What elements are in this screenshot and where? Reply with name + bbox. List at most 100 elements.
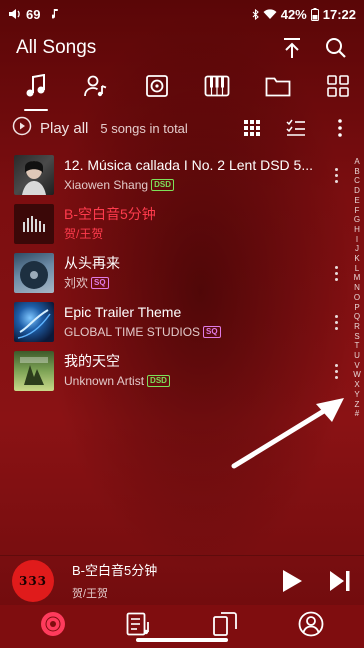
- alphabet-letter[interactable]: Y: [354, 390, 359, 400]
- alphabet-letter[interactable]: X: [354, 380, 359, 390]
- album-cover: [14, 203, 54, 244]
- alphabet-letter[interactable]: T: [355, 341, 360, 351]
- song-artist: 贺/王贺: [64, 227, 104, 241]
- song-title: 12. Música callada I No. 2 Lent DSD 5...: [64, 157, 314, 173]
- mini-player[interactable]: 333 B-空白音5分钟 贺/王贺: [0, 555, 364, 605]
- song-row[interactable]: B-空白音5分钟 贺/王贺: [0, 199, 350, 248]
- alphabet-letter[interactable]: I: [356, 235, 358, 245]
- now-playing-art-text: 333: [18, 573, 48, 588]
- alphabet-index[interactable]: A B C D E F G H I J K L M N O P Q R S T U V W X Y Z #: [352, 157, 362, 419]
- alphabet-letter[interactable]: O: [354, 293, 360, 303]
- volume-level: 69: [26, 6, 41, 22]
- album-cover: [14, 301, 54, 342]
- alphabet-letter[interactable]: N: [354, 283, 360, 293]
- alphabet-letter[interactable]: H: [354, 225, 360, 235]
- song-title: 从头再来: [64, 255, 120, 271]
- music-status-icon: [52, 8, 60, 20]
- alphabet-letter[interactable]: A: [354, 157, 359, 167]
- status-bar: 69 42% 17:22: [0, 0, 364, 28]
- song-artist: GLOBAL TIME STUDIOS: [64, 325, 201, 339]
- song-more-button[interactable]: [328, 262, 344, 284]
- alphabet-letter[interactable]: J: [355, 244, 359, 254]
- music-note-icon: [25, 73, 47, 103]
- quality-badge: SQ: [203, 326, 221, 338]
- search-icon[interactable]: [324, 36, 348, 60]
- alphabet-letter[interactable]: P: [354, 303, 359, 313]
- play-all-button[interactable]: Play all: [12, 116, 88, 141]
- more-vertical-icon[interactable]: [328, 116, 352, 140]
- now-playing-art: 333: [12, 559, 54, 602]
- sort-top-icon[interactable]: [280, 36, 304, 60]
- now-playing-title: B-空白音5分钟: [72, 563, 158, 578]
- song-more-button[interactable]: [328, 311, 344, 333]
- battery-icon: [310, 7, 319, 21]
- tab-folders[interactable]: [264, 74, 292, 102]
- app-screen: 69 42% 17:22 All Songs Play all 5 songs …: [0, 0, 364, 648]
- battery-percent: 42%: [280, 6, 307, 22]
- bottom-navigation: [0, 605, 364, 648]
- alphabet-letter[interactable]: Q: [354, 312, 360, 322]
- piano-icon: [204, 75, 230, 102]
- page-title: All Songs: [16, 37, 97, 58]
- disc-icon: [40, 611, 66, 642]
- annotation-arrow: [231, 398, 344, 469]
- song-artist: Xiaowen Shang: [64, 178, 149, 192]
- song-artist: 刘欢: [64, 276, 89, 290]
- song-title: Epic Trailer Theme: [64, 304, 182, 320]
- nav-devices[interactable]: [210, 612, 240, 642]
- alphabet-letter[interactable]: F: [355, 206, 360, 216]
- alphabet-letter[interactable]: V: [354, 361, 359, 371]
- alphabet-letter[interactable]: S: [354, 332, 359, 342]
- album-cover: [14, 252, 54, 293]
- play-all-bar: Play all 5 songs in total: [0, 112, 364, 144]
- play-icon[interactable]: [280, 569, 304, 593]
- nav-playlists[interactable]: [124, 612, 154, 642]
- album-icon: [145, 74, 169, 103]
- playlist-icon: [126, 612, 152, 641]
- nav-profile[interactable]: [296, 611, 326, 642]
- alphabet-letter[interactable]: B: [354, 167, 359, 177]
- tab-albums[interactable]: [143, 74, 171, 102]
- alphabet-letter[interactable]: E: [354, 196, 359, 206]
- play-all-label: Play all: [40, 119, 89, 137]
- tab-artists[interactable]: [82, 74, 110, 102]
- album-cover: [14, 154, 54, 195]
- alphabet-letter[interactable]: W: [353, 370, 361, 380]
- tab-genres[interactable]: [203, 74, 231, 102]
- artist-icon: [84, 74, 108, 103]
- alphabet-letter[interactable]: K: [354, 254, 359, 264]
- alphabet-letter[interactable]: M: [354, 273, 361, 283]
- song-more-button[interactable]: [328, 360, 344, 382]
- song-title: 我的天空: [64, 353, 120, 369]
- play-circle-icon: [12, 116, 32, 141]
- alphabet-letter[interactable]: #: [355, 409, 359, 419]
- next-track-icon[interactable]: [328, 569, 352, 593]
- clock: 17:22: [322, 6, 356, 22]
- song-more-button[interactable]: [328, 164, 344, 186]
- grid-icon: [327, 74, 349, 102]
- alphabet-letter[interactable]: D: [354, 186, 360, 196]
- alphabet-letter[interactable]: C: [354, 176, 360, 186]
- song-artist: Unknown Artist: [64, 374, 145, 388]
- alphabet-letter[interactable]: G: [354, 215, 360, 225]
- alphabet-letter[interactable]: Z: [355, 400, 360, 410]
- song-row[interactable]: Epic Trailer Theme GLOBAL TIME STUDIOS S…: [0, 297, 350, 346]
- bluetooth-icon: [252, 8, 259, 20]
- multi-select-icon[interactable]: [284, 116, 308, 140]
- song-list: 12. Música callada I No. 2 Lent DSD 5...…: [0, 150, 350, 395]
- wifi-icon: [263, 8, 277, 20]
- volume-icon: [8, 8, 22, 20]
- alphabet-letter[interactable]: U: [354, 351, 360, 361]
- nav-music[interactable]: [38, 612, 68, 642]
- tab-more[interactable]: [324, 74, 352, 102]
- home-indicator[interactable]: [136, 638, 228, 642]
- select-grid-icon[interactable]: [240, 116, 264, 140]
- category-tabs: [0, 68, 364, 111]
- tab-songs[interactable]: [22, 73, 50, 111]
- song-row[interactable]: 12. Música callada I No. 2 Lent DSD 5...…: [0, 150, 350, 199]
- alphabet-letter[interactable]: R: [354, 322, 360, 332]
- alphabet-letter[interactable]: L: [355, 264, 359, 274]
- song-row[interactable]: 从头再来 刘欢 SQ: [0, 248, 350, 297]
- quality-badge: DSD: [151, 179, 174, 191]
- song-row[interactable]: 我的天空 Unknown Artist DSD: [0, 346, 350, 395]
